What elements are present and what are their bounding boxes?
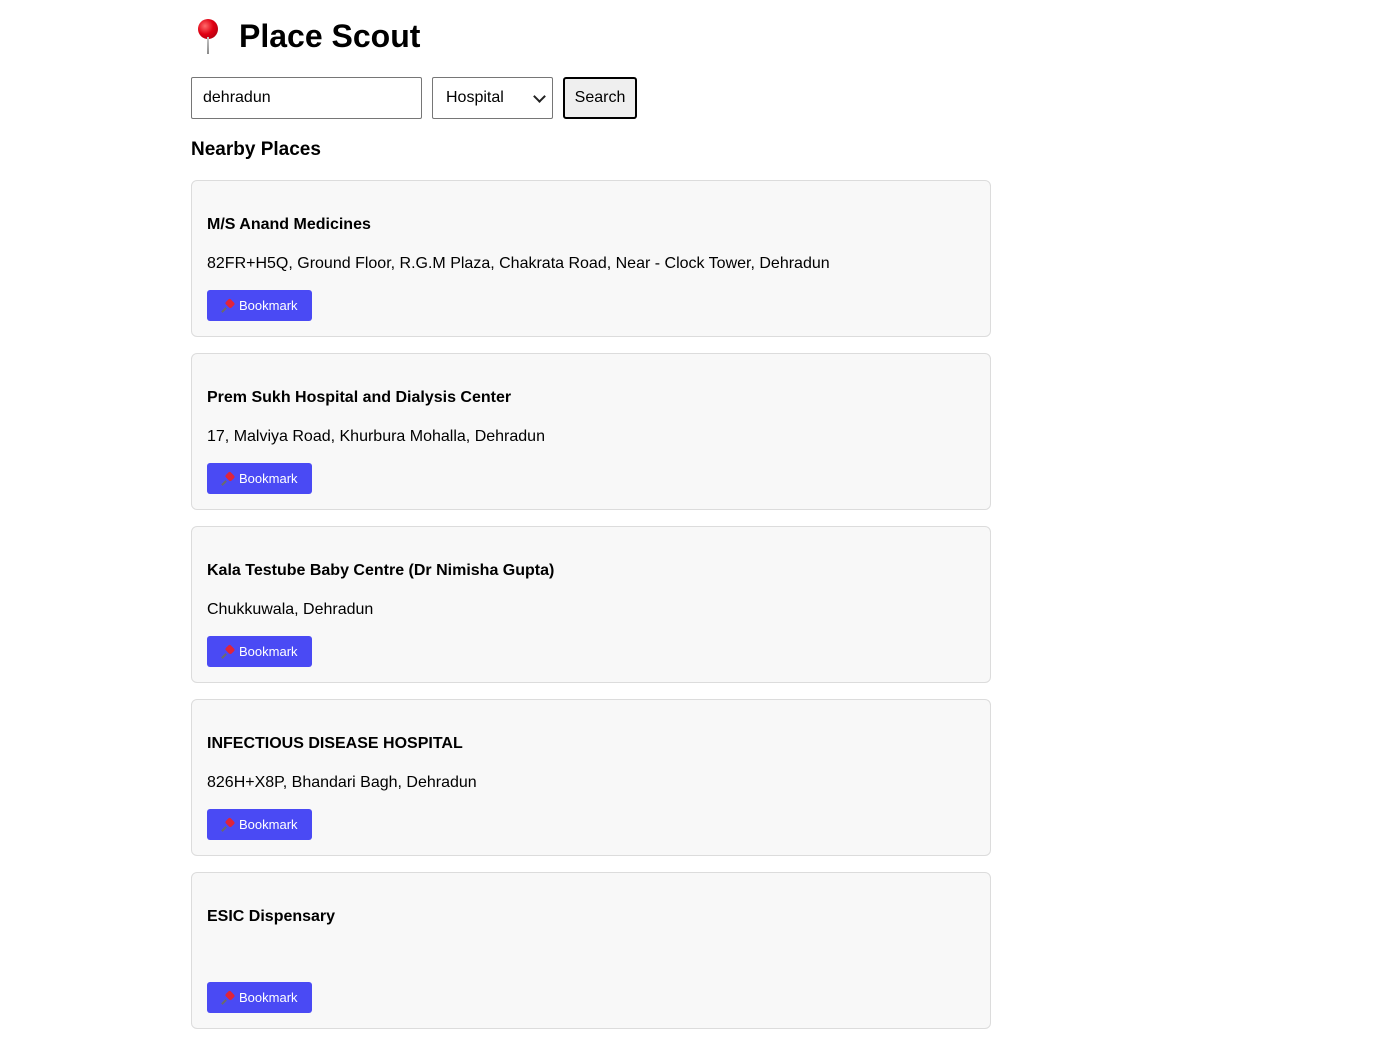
pushpin-icon [221,643,236,659]
bookmark-button[interactable]: Bookmark [207,809,312,840]
place-card: M/S Anand Medicines 82FR+H5Q, Ground Flo… [191,180,991,337]
bookmark-label: Bookmark [239,471,298,486]
place-name: M/S Anand Medicines [207,216,371,233]
bookmark-label: Bookmark [239,644,298,659]
app-container: Place Scout Hospital Search Nearby Place… [191,0,991,1045]
search-button[interactable]: Search [563,77,637,119]
round-pushpin-icon [191,19,223,55]
pushpin-icon [221,989,236,1005]
place-address: 826H+X8P, Bhandari Bagh, Dehradun [207,774,477,791]
place-name: ESIC Dispensary [207,908,336,925]
search-bar: Hospital Search [191,77,991,119]
app-header: Place Scout [191,0,991,72]
pushpin-icon [221,470,236,486]
place-address: Chukkuwala, Dehradun [207,601,374,618]
nearby-places-heading: Nearby Places [191,139,321,160]
app-title: Place Scout [239,17,421,54]
place-card: ESIC Dispensary Bookmark [191,872,991,1029]
bookmark-label: Bookmark [239,990,298,1005]
places-list: M/S Anand Medicines 82FR+H5Q, Ground Flo… [191,180,991,1029]
bookmark-label: Bookmark [239,298,298,313]
bookmark-button[interactable]: Bookmark [207,982,312,1013]
bookmark-button[interactable]: Bookmark [207,463,312,494]
place-type-select[interactable]: Hospital [432,77,553,119]
place-type-selected-value: Hospital [446,89,504,106]
bookmark-label: Bookmark [239,817,298,832]
pushpin-icon [221,816,236,832]
place-card: Prem Sukh Hospital and Dialysis Center 1… [191,353,991,510]
place-card: Kala Testube Baby Centre (Dr Nimisha Gup… [191,526,991,683]
place-name: INFECTIOUS DISEASE HOSPITAL [207,735,463,752]
bookmark-button[interactable]: Bookmark [207,290,312,321]
place-card: INFECTIOUS DISEASE HOSPITAL 826H+X8P, Bh… [191,699,991,856]
bookmark-button[interactable]: Bookmark [207,636,312,667]
chevron-down-icon [533,89,546,103]
place-name: Prem Sukh Hospital and Dialysis Center [207,389,512,406]
place-name: Kala Testube Baby Centre (Dr Nimisha Gup… [207,562,555,579]
place-address: 82FR+H5Q, Ground Floor, R.G.M Plaza, Cha… [207,255,830,272]
pushpin-icon [221,297,236,313]
place-address: 17, Malviya Road, Khurbura Mohalla, Dehr… [207,428,545,445]
location-search-input[interactable] [191,77,422,119]
